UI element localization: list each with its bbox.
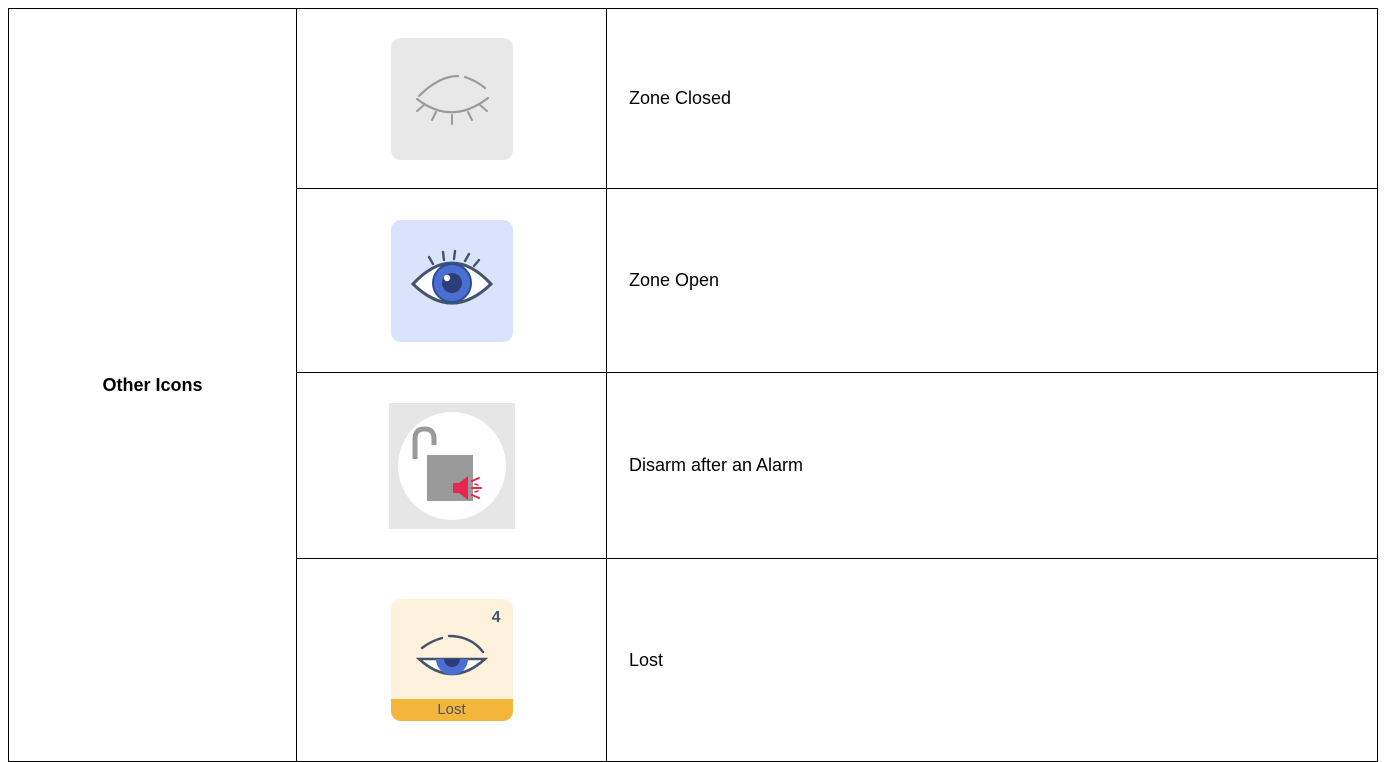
description-cell: Zone Closed xyxy=(606,8,1378,189)
disarm-after-alarm-icon xyxy=(388,402,515,529)
icon-cell xyxy=(296,372,607,559)
category-label: Other Icons xyxy=(102,374,203,395)
icon-cell xyxy=(296,8,607,189)
icon-cell: 4 Lost xyxy=(296,558,607,762)
description-label: Zone Open xyxy=(629,270,720,290)
lost-zone-icon: 4 Lost xyxy=(390,599,513,721)
description-label: Zone Closed xyxy=(629,88,732,108)
description-cell: Zone Open xyxy=(606,188,1378,373)
table-row: Other Icons Zone Closed xyxy=(8,8,1378,762)
icon-legend-table: Other Icons Zone Closed Zone Open Disarm… xyxy=(8,8,1378,762)
icon-cell xyxy=(296,188,607,373)
zone-open-icon xyxy=(390,219,513,342)
description-cell: Disarm after an Alarm xyxy=(606,372,1378,559)
lost-status-banner: Lost xyxy=(390,699,513,721)
description-cell: Lost xyxy=(606,558,1378,762)
category-cell: Other Icons xyxy=(8,8,297,762)
description-label: Disarm after an Alarm xyxy=(629,455,804,475)
zone-closed-icon xyxy=(390,37,513,160)
description-label: Lost xyxy=(629,649,664,670)
